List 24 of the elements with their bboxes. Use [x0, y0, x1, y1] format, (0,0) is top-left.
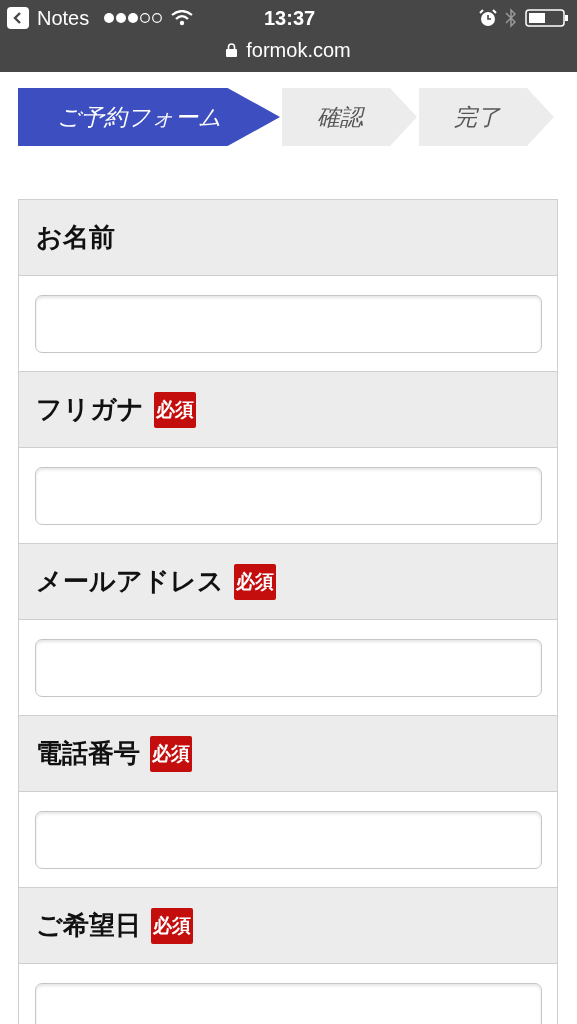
input-field[interactable] [35, 982, 542, 1024]
field-label: メールアドレス [36, 566, 224, 598]
field-label: フリガナ [36, 394, 144, 426]
field-label: 電話番号 [36, 738, 140, 770]
required-badge: 必須 [151, 907, 193, 944]
wifi-icon [171, 10, 194, 26]
field-label: ご希望日 [36, 910, 141, 942]
back-icon[interactable] [7, 7, 29, 29]
battery-icon [525, 8, 569, 28]
required-badge: 必須 [154, 391, 196, 428]
bluetooth-icon [505, 7, 517, 29]
alarm-icon [479, 9, 497, 27]
input-field[interactable] [35, 294, 542, 353]
url-text[interactable]: formok.com [246, 38, 351, 62]
input-field[interactable] [35, 466, 542, 525]
field-label: お名前 [36, 222, 115, 254]
lock-icon [226, 43, 238, 57]
signal-icon [103, 12, 164, 24]
clock-time: 13:37 [264, 7, 316, 30]
input-field[interactable] [35, 638, 542, 697]
required-badge: 必須 [150, 735, 192, 772]
required-badge: 必須 [234, 563, 276, 600]
back-label[interactable]: Notes [37, 6, 90, 30]
input-field[interactable] [35, 810, 542, 869]
